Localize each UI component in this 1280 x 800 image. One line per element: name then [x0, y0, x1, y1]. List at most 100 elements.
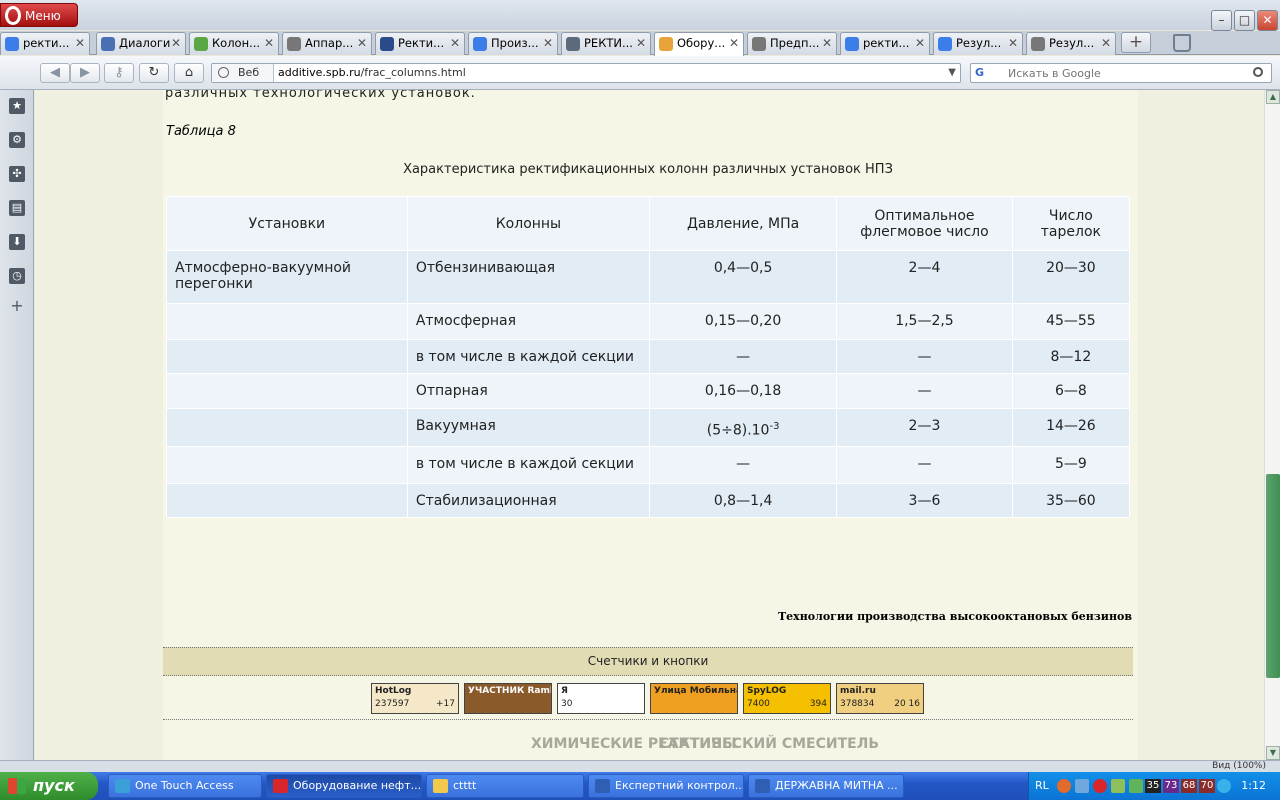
key-icon[interactable]: ⚷ — [104, 63, 134, 83]
trash-icon[interactable] — [1173, 34, 1191, 52]
tray-counter-2[interactable]: 73 — [1163, 779, 1179, 793]
forward-button[interactable]: ▶ — [70, 63, 100, 83]
tab-close-icon[interactable]: ✕ — [915, 33, 925, 54]
tab-11[interactable]: Резул... ✕ — [933, 32, 1023, 55]
tab-4[interactable]: Аппар... ✕ — [282, 32, 372, 55]
taskbar-task[interactable]: ДЕРЖАВНА МИТНА ... — [748, 774, 904, 798]
vertical-scrollbar[interactable]: ▲ ▼ — [1264, 90, 1280, 760]
scroll-thumb[interactable] — [1266, 474, 1280, 678]
counter-button[interactable]: mail.ru 378834 20 16 — [836, 683, 924, 714]
address-host: additive.spb.ru — [278, 66, 361, 79]
tray-counter-4[interactable]: 70 — [1199, 779, 1215, 793]
static-mixer-link[interactable]: СТАТИЧЕСКИЙ СМЕСИТЕЛЬ — [659, 736, 879, 752]
address-bar[interactable]: Веб additive.spb.ru/frac_columns.html ▼ — [211, 63, 961, 83]
search-input[interactable] — [1005, 64, 1235, 82]
taskbar-task[interactable]: Експертний контрол... — [588, 774, 744, 798]
unite-icon[interactable]: ✣ — [9, 166, 25, 182]
address-web-badge[interactable]: Веб — [212, 64, 274, 82]
header-columns: Колонны — [406, 196, 651, 251]
network-icon[interactable] — [1075, 779, 1089, 793]
tab-7[interactable]: РЕКТИ... ✕ — [561, 32, 651, 55]
tab-12[interactable]: Резул... ✕ — [1026, 32, 1116, 55]
tab-close-icon[interactable]: ✕ — [264, 33, 274, 54]
arrow-icon[interactable] — [1057, 779, 1071, 793]
reload-button[interactable]: ↻ — [139, 63, 169, 83]
address-dropdown-icon[interactable]: ▼ — [948, 64, 956, 82]
taskbar-task[interactable]: Оборудование нефт... — [266, 774, 422, 798]
tab-10[interactable]: ректи... ✕ — [840, 32, 930, 55]
opera-menu-button[interactable]: Меню — [0, 3, 78, 27]
tab-2[interactable]: Диалоги ✕ — [96, 32, 186, 55]
address-url[interactable]: additive.spb.ru/frac_columns.html — [278, 64, 466, 82]
taskbar-task[interactable]: ctttt — [426, 774, 584, 798]
google-icon[interactable]: G — [975, 66, 1001, 80]
tray-counter-3[interactable]: 68 — [1181, 779, 1197, 793]
tool-icon[interactable] — [1111, 779, 1125, 793]
close-window-button[interactable]: ✕ — [1257, 10, 1278, 31]
minimize-button[interactable]: – — [1211, 10, 1232, 31]
tab-close-icon[interactable]: ✕ — [543, 33, 553, 54]
clock[interactable]: 1:12 — [1241, 772, 1266, 800]
tab-close-icon[interactable]: ✕ — [1008, 33, 1018, 54]
counter-button[interactable]: Улица Мобильная java игры — [650, 683, 738, 714]
tab-close-icon[interactable]: ✕ — [450, 33, 460, 54]
search-icon[interactable] — [1253, 67, 1263, 77]
taskbar-task[interactable]: One Touch Access — [108, 774, 262, 798]
table-row: Отпарная 0,16—0,18 — 6—8 — [166, 373, 1131, 409]
maximize-button[interactable]: □ — [1234, 10, 1255, 31]
cell-plates-text: 5—9 — [1054, 456, 1087, 472]
tab-favicon-icon — [938, 37, 952, 51]
tab-strip: ректи... ✕ Диалоги ✕ Колон... ✕ Аппар... ✕ Ректи… — [0, 31, 1280, 56]
task-app-icon — [115, 779, 130, 793]
counter-button[interactable]: УЧАСТНИК Rambler's TOP 100 — [464, 683, 552, 714]
task-app-icon — [755, 779, 770, 793]
globe-tray-icon[interactable] — [1217, 779, 1231, 793]
counter-button[interactable]: Я 30 — [557, 683, 645, 714]
counter-button[interactable]: SpyLOG 7400 394 — [743, 683, 831, 714]
back-button[interactable]: ◀ — [40, 63, 70, 83]
scroll-up-arrow-icon[interactable]: ▲ — [1266, 90, 1280, 104]
table-row: в том числе в каждой секции — — 8—12 — [166, 339, 1131, 374]
tab-close-icon[interactable]: ✕ — [729, 33, 739, 54]
downloads-icon[interactable]: ⬇ — [9, 234, 25, 250]
shield-icon[interactable] — [1129, 779, 1143, 793]
zoom-level[interactable]: Вид (100%) — [1212, 761, 1266, 771]
cell-installation — [166, 446, 408, 484]
tab-6[interactable]: Произ... ✕ — [468, 32, 558, 55]
tab-close-icon[interactable]: ✕ — [636, 33, 646, 54]
page-content: различных технологических установок. Таб… — [163, 90, 1138, 760]
address-web-label: Веб — [238, 66, 260, 79]
widgets-icon[interactable]: ⚙ — [9, 132, 25, 148]
counter-label: Я — [561, 686, 568, 696]
tab-close-icon[interactable]: ✕ — [822, 33, 832, 54]
header-plates: Число тарелок — [1011, 196, 1131, 251]
cell-reflux-text: 2—4 — [908, 260, 941, 276]
add-panel-icon[interactable]: + — [9, 298, 25, 314]
tab-label: Обору... — [677, 36, 726, 50]
tab-5[interactable]: Ректи... ✕ — [375, 32, 465, 55]
bookmarks-icon[interactable]: ★ — [9, 98, 25, 114]
language-indicator[interactable]: RL — [1035, 772, 1049, 800]
cell-pressure-text: 0,15—0,20 — [704, 313, 782, 329]
tab-9[interactable]: Предп... ✕ — [747, 32, 837, 55]
cell-column-text: Отпарная — [415, 383, 488, 399]
cell-column-text: в том числе в каждой секции — [415, 349, 634, 365]
tab-8[interactable]: Обору... ✕ — [654, 32, 744, 56]
tab-close-icon[interactable]: ✕ — [171, 33, 181, 54]
notes-icon[interactable]: ▤ — [9, 200, 25, 216]
tray-counter-1[interactable]: 35 — [1145, 779, 1161, 793]
new-tab-button[interactable]: + — [1121, 32, 1151, 53]
cell-pressure: 0,15—0,20 — [649, 303, 838, 340]
counter-button[interactable]: HotLog 237597 +17 — [371, 683, 459, 714]
tab-close-icon[interactable]: ✕ — [75, 33, 85, 54]
home-button[interactable]: ⌂ — [174, 63, 204, 83]
tab-close-icon[interactable]: ✕ — [357, 33, 367, 54]
scroll-down-arrow-icon[interactable]: ▼ — [1266, 746, 1280, 760]
counter-extra: +17 — [436, 699, 455, 709]
tab-close-icon[interactable]: ✕ — [1101, 33, 1111, 54]
history-icon[interactable]: ◷ — [9, 268, 25, 284]
opera-tray-icon[interactable] — [1093, 779, 1107, 793]
tab-1[interactable]: ректи... ✕ — [0, 32, 90, 55]
start-button[interactable]: пуск — [0, 772, 98, 800]
tab-3[interactable]: Колон... ✕ — [189, 32, 279, 55]
